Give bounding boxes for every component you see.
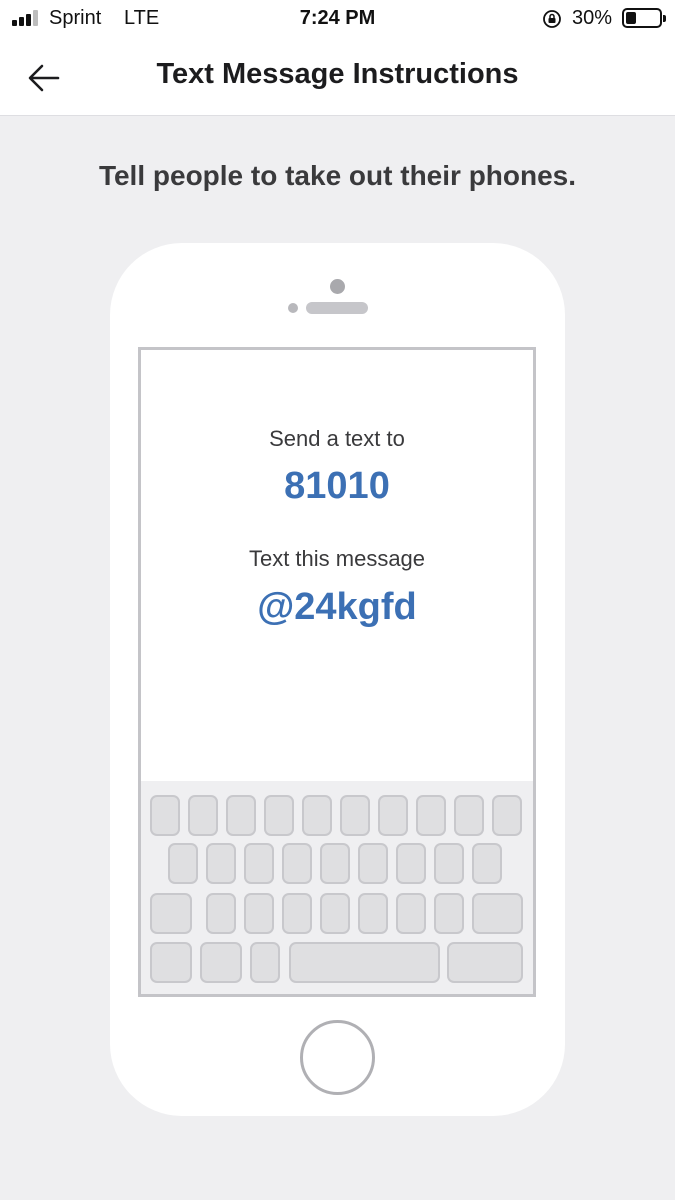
keyboard-key xyxy=(358,843,388,884)
phone-screen: Send a text to 81010 Text this message @… xyxy=(138,347,536,997)
keyboard-key xyxy=(320,893,350,934)
keyboard-key xyxy=(200,942,242,983)
keyboard-key xyxy=(378,795,408,836)
keyboard-key xyxy=(282,893,312,934)
keyboard-key xyxy=(226,795,256,836)
keyboard-key xyxy=(244,843,274,884)
keyboard-key xyxy=(396,843,426,884)
keyboard-key xyxy=(434,843,464,884)
keyboard-key xyxy=(472,893,523,934)
keyboard-key xyxy=(320,843,350,884)
keyboard-key xyxy=(244,893,274,934)
message-code: @24kgfd xyxy=(257,586,417,628)
keyboard-key xyxy=(472,843,502,884)
phone-camera xyxy=(330,279,345,294)
keyboard-key xyxy=(282,843,312,884)
header: Text Message Instructions xyxy=(0,40,675,116)
keyboard-key xyxy=(492,795,522,836)
keyboard-key xyxy=(289,942,440,983)
phone-sensor xyxy=(288,303,298,313)
orientation-lock-icon xyxy=(543,10,561,28)
keyboard-key xyxy=(340,795,370,836)
keyboard-key xyxy=(454,795,484,836)
keyboard-key xyxy=(150,795,180,836)
phone-illustration: Send a text to 81010 Text this message @… xyxy=(110,243,565,1116)
keyboard-key xyxy=(434,893,464,934)
keyboard-key xyxy=(206,843,236,884)
keyboard-key xyxy=(150,942,192,983)
battery-fill xyxy=(626,12,636,24)
phone-speaker xyxy=(306,302,368,314)
keyboard-key xyxy=(250,942,280,983)
keyboard-key xyxy=(264,795,294,836)
keyboard-key xyxy=(150,893,192,934)
send-number: 81010 xyxy=(284,465,390,507)
keyboard-key xyxy=(168,843,198,884)
keyboard-key xyxy=(447,942,523,983)
keyboard-key xyxy=(302,795,332,836)
keyboard-key xyxy=(396,893,426,934)
keyboard-key xyxy=(358,893,388,934)
send-label: Send a text to xyxy=(269,426,405,451)
message-label: Text this message xyxy=(248,546,426,571)
keyboard-key xyxy=(206,893,236,934)
keyboard-illustration xyxy=(141,781,533,994)
keyboard-key xyxy=(416,795,446,836)
status-bar: Sprint LTE 7:24 PM 30% xyxy=(0,0,675,40)
battery-icon xyxy=(622,8,666,28)
battery-percent: 30% xyxy=(572,7,613,29)
instruction-prompt: Tell people to take out their phones. xyxy=(98,160,577,191)
keyboard-key xyxy=(188,795,218,836)
home-button-illustration xyxy=(300,1020,375,1095)
page-title: Text Message Instructions xyxy=(156,58,519,90)
